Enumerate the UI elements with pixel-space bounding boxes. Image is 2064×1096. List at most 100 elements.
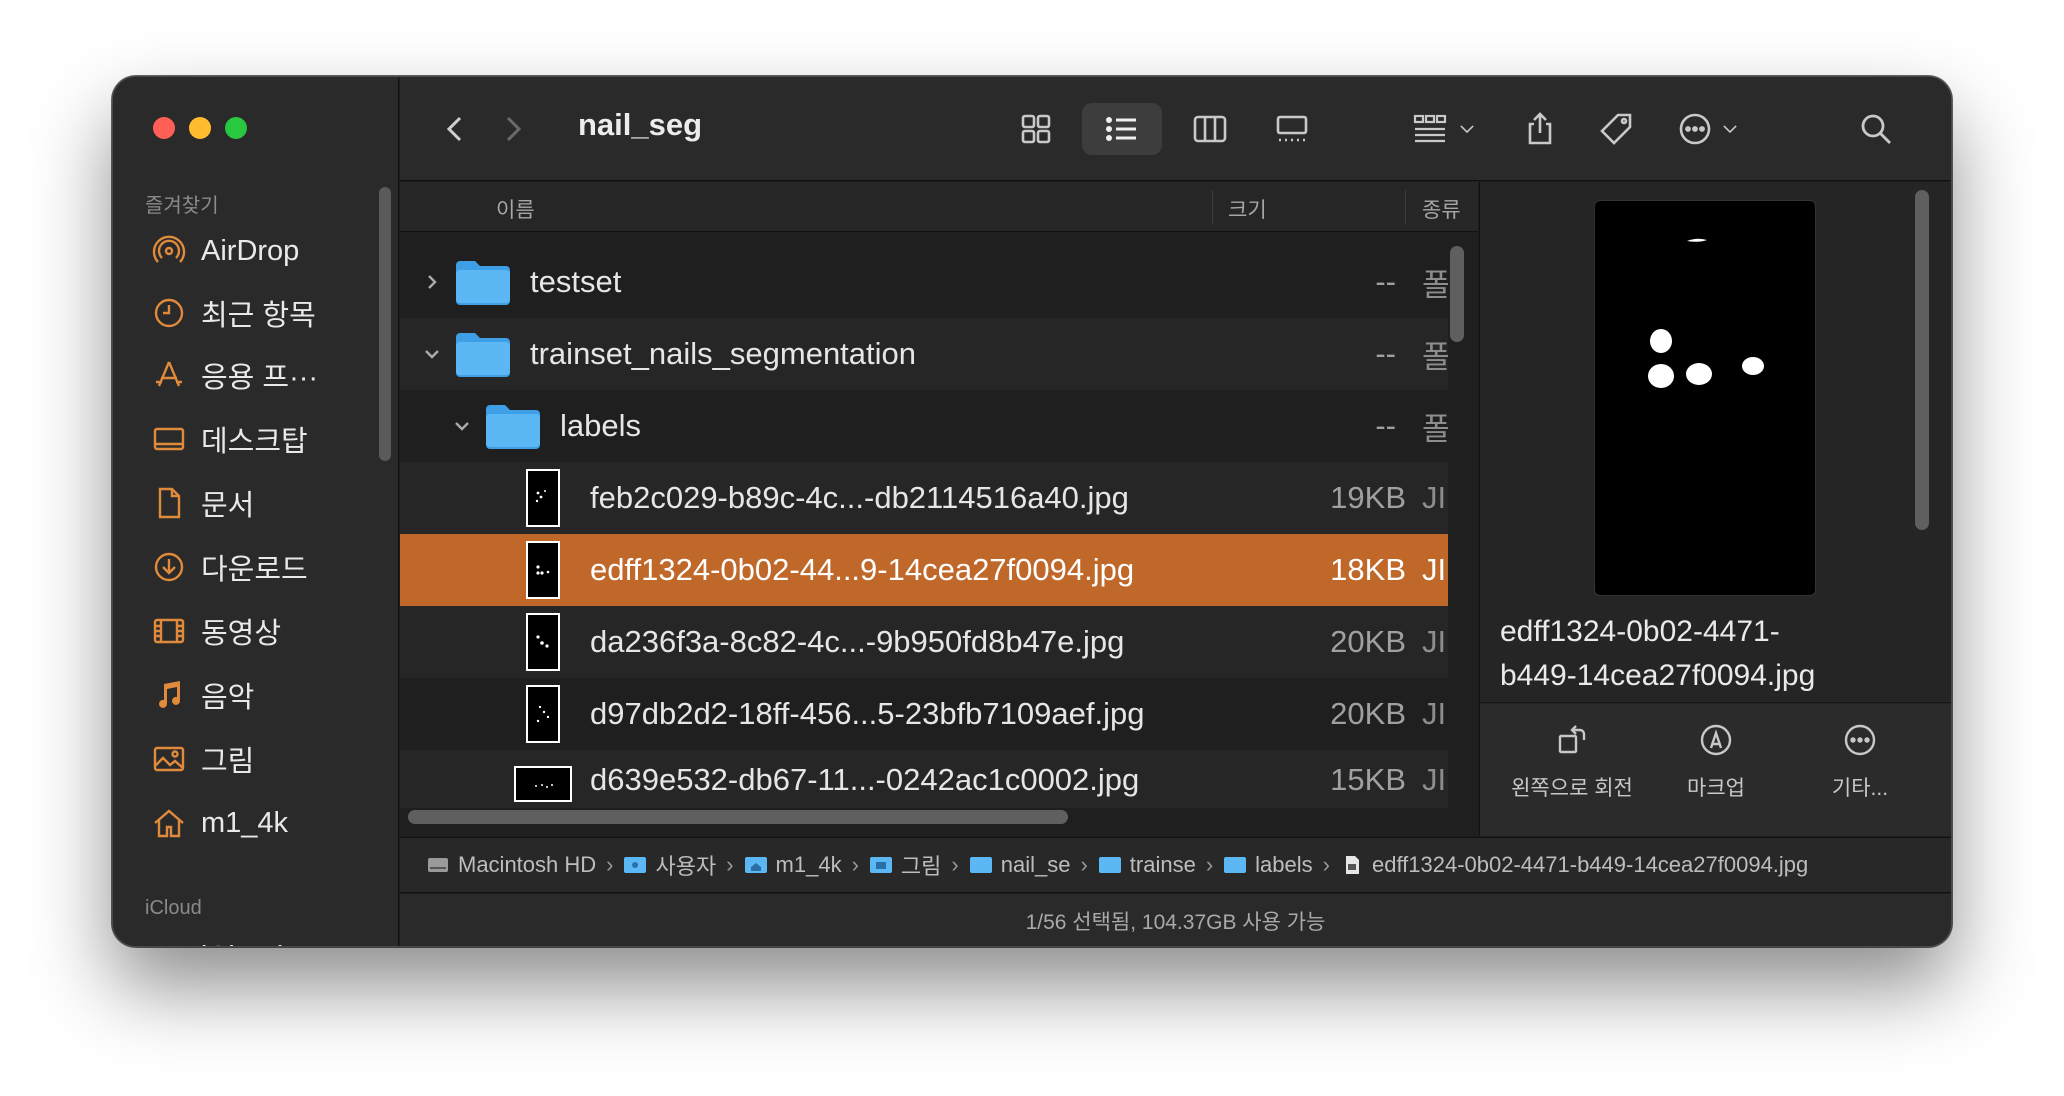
film-icon xyxy=(151,613,187,649)
list-item-file[interactable]: feb2c029-b89c-4c...-db2114516a40.jpg 19K… xyxy=(400,462,1448,534)
list-item-folder-testset[interactable]: testset -- 폴 xyxy=(400,246,1448,318)
sidebar-item-label: 최근 항목 xyxy=(201,300,316,332)
close-button[interactable] xyxy=(153,117,175,139)
tag-button[interactable] xyxy=(1590,103,1642,155)
folder-icon xyxy=(456,261,510,305)
list-vertical-scrollbar[interactable] xyxy=(1450,246,1464,342)
path-item-file[interactable]: edff1324-0b02-4471-b449-14cea27f0094.jpg xyxy=(1340,852,1808,878)
path-item-label: nail_se xyxy=(1000,852,1071,877)
folder-icon xyxy=(486,405,540,449)
image-thumbnail xyxy=(514,766,572,802)
chevron-down-icon[interactable] xyxy=(422,344,442,364)
columns-icon xyxy=(1193,115,1227,143)
sidebar-item-label: AirDrop xyxy=(201,234,300,267)
rotate-left-button[interactable]: 왼쪽으로 회전 xyxy=(1492,722,1652,802)
cloud-icon xyxy=(151,939,187,946)
sidebar-item-downloads[interactable]: 다운로드 xyxy=(151,545,308,589)
desktop-icon xyxy=(151,421,187,457)
sidebar-item-label: 그림 xyxy=(201,746,255,778)
more-actions-button[interactable]: 기타... xyxy=(1780,722,1940,802)
list-item-file[interactable]: da236f3a-8c82-4c...-9b950fd8b47e.jpg 20K… xyxy=(400,606,1448,678)
status-text: 1/56 선택됨, 104.37GB 사용 가능 xyxy=(1025,911,1326,934)
grid-icon xyxy=(1021,114,1051,144)
list-view-button[interactable] xyxy=(1082,103,1162,155)
list-item-file-selected[interactable]: edff1324-0b02-44...9-14cea27f0094.jpg 18… xyxy=(400,534,1448,606)
path-item-nail-seg[interactable]: nail_se xyxy=(969,852,1071,878)
zoom-button[interactable] xyxy=(225,117,247,139)
sidebar-item-recents[interactable]: 최근 항목 xyxy=(151,291,316,335)
chevron-right-icon[interactable] xyxy=(422,272,442,292)
file-name: trainset_nails_segmentation xyxy=(530,336,917,371)
path-item-home[interactable]: m1_4k xyxy=(744,852,842,878)
column-size-header[interactable]: 크기 xyxy=(1228,194,1267,224)
sidebar-item-airdrop[interactable]: AirDrop xyxy=(151,229,299,273)
list-item-file[interactable]: d97db2d2-18ff-456...5-23bfb7109aef.jpg 2… xyxy=(400,678,1448,750)
action-menu-button[interactable] xyxy=(1664,103,1754,155)
markup-button[interactable]: 마크업 xyxy=(1636,722,1796,802)
sidebar-item-label: 동영상 xyxy=(201,618,282,650)
share-button[interactable] xyxy=(1514,103,1566,155)
minimize-button[interactable] xyxy=(189,117,211,139)
status-bar: 1/56 선택됨, 104.37GB 사용 가능 xyxy=(400,894,1951,946)
quick-actions: 왼쪽으로 회전 마크업 기타... xyxy=(1480,704,1951,836)
sidebar-item-pictures[interactable]: 그림 xyxy=(151,737,254,781)
file-kind: 폴 xyxy=(1422,267,1448,303)
path-item-trainset[interactable]: trainse xyxy=(1098,852,1196,878)
column-name-header[interactable]: 이름 xyxy=(496,194,535,224)
file-kind: JI xyxy=(1422,696,1447,731)
forward-button[interactable] xyxy=(488,103,536,155)
column-kind-header[interactable]: 종류 xyxy=(1422,194,1461,224)
list-item-file[interactable]: d639e532-db67-11...-0242ac1c0002.jpg 15K… xyxy=(400,750,1448,808)
chevron-down-icon[interactable] xyxy=(452,416,472,436)
file-name: da236f3a-8c82-4c...-9b950fd8b47e.jpg xyxy=(590,624,1125,659)
path-item-macintosh-hd[interactable]: Macintosh HD xyxy=(426,852,596,878)
gallery-icon xyxy=(1276,115,1308,142)
list-item-folder-labels[interactable]: labels -- 폴 xyxy=(400,390,1448,462)
folder-icon xyxy=(1098,857,1121,873)
share-icon xyxy=(1528,112,1552,145)
image-thumbnail xyxy=(526,685,560,743)
sidebar-item-icloud-drive[interactable]: iCloud xyxy=(151,935,283,947)
file-name: labels xyxy=(560,408,641,443)
picture-icon xyxy=(151,741,187,777)
column-divider[interactable] xyxy=(1212,190,1213,224)
file-name: feb2c029-b89c-4c...-db2114516a40.jpg xyxy=(590,480,1129,515)
path-item-labels[interactable]: labels xyxy=(1223,852,1313,878)
action-label: 마크업 xyxy=(1687,777,1745,800)
icon-view-button[interactable] xyxy=(1006,103,1066,155)
search-button[interactable] xyxy=(1850,103,1902,155)
airdrop-icon xyxy=(151,233,187,269)
column-divider[interactable] xyxy=(1405,190,1406,224)
sidebar-item-label: 문서 xyxy=(201,490,255,522)
group-by-button[interactable] xyxy=(1400,103,1490,155)
sidebar-item-applications[interactable]: 응용 프··· xyxy=(151,353,318,397)
path-item-pictures[interactable]: 그림 xyxy=(869,849,941,881)
gallery-view-button[interactable] xyxy=(1262,103,1322,155)
icloud-section-label: iCloud xyxy=(145,897,202,919)
window-title: nail_seg xyxy=(578,107,703,142)
file-kind: 폴 xyxy=(1422,339,1448,375)
file-size: 20KB xyxy=(1330,696,1406,731)
path-item-users[interactable]: 사용자 xyxy=(623,849,716,881)
column-view-button[interactable] xyxy=(1180,103,1240,155)
sidebar: 즐겨찾기 AirDrop 최근 항목 응용 프··· 데스크탑 문서 다운로드 … xyxy=(113,77,399,946)
divider xyxy=(1480,702,1951,703)
file-kind: JI xyxy=(1422,552,1447,587)
list-item-folder-trainset[interactable]: trainset_nails_segmentation -- 폴 xyxy=(400,318,1448,390)
sidebar-item-home[interactable]: m1_4k xyxy=(151,801,288,845)
path-item-label: labels xyxy=(1255,852,1313,877)
sidebar-item-desktop[interactable]: 데스크탑 xyxy=(151,417,308,461)
sidebar-item-music[interactable]: 음악 xyxy=(151,673,254,717)
action-label: 왼쪽으로 회전 xyxy=(1511,777,1633,800)
toolbar: nail_seg xyxy=(400,77,1951,181)
sidebar-item-movies[interactable]: 동영상 xyxy=(151,609,281,653)
sidebar-scrollbar[interactable] xyxy=(379,187,391,461)
sidebar-item-documents[interactable]: 문서 xyxy=(151,481,254,525)
back-button[interactable] xyxy=(432,103,480,155)
path-item-label: trainse xyxy=(1129,852,1196,877)
list-horizontal-scrollbar[interactable] xyxy=(408,810,1068,824)
music-icon xyxy=(151,677,187,713)
chevron-right-icon xyxy=(506,116,522,142)
file-kind: 폴 xyxy=(1422,411,1448,447)
preview-scrollbar[interactable] xyxy=(1915,190,1929,530)
